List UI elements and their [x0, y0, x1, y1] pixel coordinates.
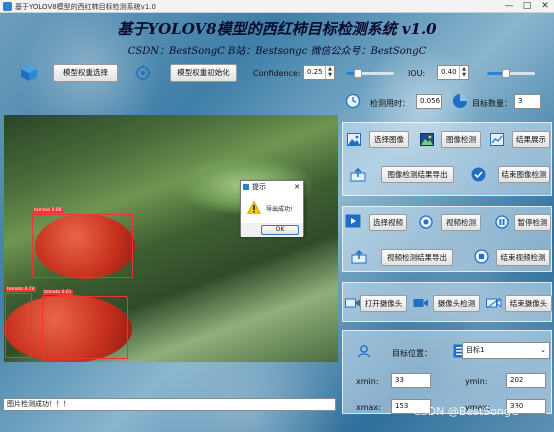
confidence-slider-handle[interactable]: [354, 69, 362, 78]
dialog-ok-button[interactable]: OK: [261, 225, 299, 235]
xmax-label: xmax:: [356, 403, 381, 412]
model-init-button[interactable]: 模型权重初始化: [170, 64, 237, 82]
app-icon: [3, 2, 12, 11]
video-icon: [345, 214, 361, 228]
minimize-button[interactable]: —: [500, 0, 518, 13]
confidence-label: Confidence:: [253, 69, 301, 78]
chevron-down-icon[interactable]: ⌄: [540, 343, 546, 358]
export-icon: [351, 250, 367, 264]
target-select[interactable]: 目标1 ⌄: [462, 342, 550, 359]
time-field: 0.056: [416, 94, 442, 109]
detection-label: tomato 0.61: [43, 290, 73, 295]
xmin-field: 33: [391, 373, 431, 388]
target-select-value: 目标1: [466, 346, 485, 354]
close-camera-button[interactable]: 结束摄像头: [505, 295, 552, 312]
warning-icon: [247, 201, 261, 214]
end-image-button[interactable]: 结束图像检测: [498, 166, 550, 183]
detection-box: tomato 0.88: [32, 208, 133, 278]
count-label: 目标数量：: [472, 99, 512, 108]
detection-label: tomato 0.88: [33, 208, 63, 213]
export-image-button[interactable]: 图像检测结果导出: [381, 166, 454, 183]
iou-slider[interactable]: [487, 69, 535, 78]
select-image-button[interactable]: 选择图像: [369, 131, 409, 148]
page-title: 基于YOLOV8模型的西红柿目标检测系统 v1.0: [117, 20, 437, 38]
dialog-message: 导出成功!: [266, 206, 293, 213]
iou-label: IOU:: [408, 69, 426, 78]
camera-icon: [345, 298, 360, 308]
dialog-app-icon: [243, 184, 249, 190]
detect-video-button[interactable]: 视频检测: [441, 214, 481, 231]
iou-spinbox[interactable]: 0.40 ▲ ▼: [437, 65, 469, 80]
camera-off-icon: [486, 297, 502, 309]
detect-image-button[interactable]: 图像检测: [441, 131, 481, 148]
detection-box: tomato 0.74: [5, 287, 36, 358]
model-select-button[interactable]: 模型权重选择: [53, 64, 118, 82]
camera-detect-icon: [413, 299, 428, 307]
count-field: 3: [514, 94, 541, 109]
page-subtitle: CSDN：BestSongC B站：Bestsongc 微信公众号：BestSo…: [127, 46, 427, 57]
ymin-label: ymin:: [465, 377, 488, 386]
pie-chart-icon: [453, 94, 467, 108]
location-icon: [357, 345, 371, 358]
iou-slider-handle[interactable]: [502, 69, 511, 78]
check-circle-icon: [471, 167, 486, 182]
select-video-button[interactable]: 选择视频: [369, 214, 407, 231]
time-label: 检测用时：: [370, 99, 410, 108]
status-bar: 图片检测成功！！！: [3, 398, 336, 411]
target-icon: [135, 65, 151, 81]
ymin-field: 202: [506, 373, 546, 388]
dialog-header: 提示 ✕: [241, 181, 303, 193]
detect-camera-button[interactable]: 摄像头检测: [433, 295, 480, 312]
image-icon: [347, 133, 361, 146]
confidence-slider[interactable]: [346, 69, 394, 78]
confidence-value: 0.25: [307, 68, 323, 76]
pause-icon: [495, 215, 509, 229]
spin-arrows-icon[interactable]: ▲ ▼: [459, 66, 468, 79]
maximize-button[interactable]: □: [518, 0, 536, 13]
window-titlebar: 基于YOLOV8模型的西红柿目标检测系统v1.0 — □ ✕: [0, 0, 554, 13]
show-results-button[interactable]: 结果展示: [512, 131, 550, 148]
iou-value: 0.40: [441, 68, 457, 76]
dialog-title: 提示: [252, 183, 266, 191]
end-video-button[interactable]: 结束视频检测: [496, 249, 550, 266]
spin-arrows-icon[interactable]: ▲ ▼: [325, 66, 334, 79]
detection-label: tomato 0.74: [6, 287, 36, 292]
video-detect-icon: [419, 215, 433, 229]
dialog-footer: OK: [241, 223, 303, 237]
window-title: 基于YOLOV8模型的西红柿目标检测系统v1.0: [15, 3, 156, 11]
cube-icon: [21, 65, 37, 81]
pause-detect-button[interactable]: 暂停检测: [514, 214, 551, 231]
image-display: tomato 0.88 tomato 0.74 tomato 0.61: [4, 115, 338, 362]
confidence-spinbox[interactable]: 0.25 ▲ ▼: [303, 65, 335, 80]
stop-icon: [474, 249, 489, 264]
line-chart-icon: [490, 133, 504, 146]
xmin-label: xmin:: [356, 377, 379, 386]
close-button[interactable]: ✕: [536, 0, 554, 13]
target-position-label: 目标位置：: [392, 349, 432, 358]
message-dialog: 提示 ✕ 导出成功! OK: [240, 180, 304, 237]
dialog-close-button[interactable]: ✕: [294, 181, 300, 193]
export-video-button[interactable]: 视频检测结果导出: [381, 249, 453, 266]
detection-box: tomato 0.61: [42, 290, 128, 359]
open-camera-button[interactable]: 打开摄像头: [360, 295, 407, 312]
watermark: CSDN @BestSongC: [413, 405, 519, 418]
export-icon: [350, 168, 366, 182]
clock-icon: [345, 93, 361, 109]
photo-detect-icon: [420, 133, 434, 146]
dialog-body: 导出成功!: [241, 193, 303, 223]
